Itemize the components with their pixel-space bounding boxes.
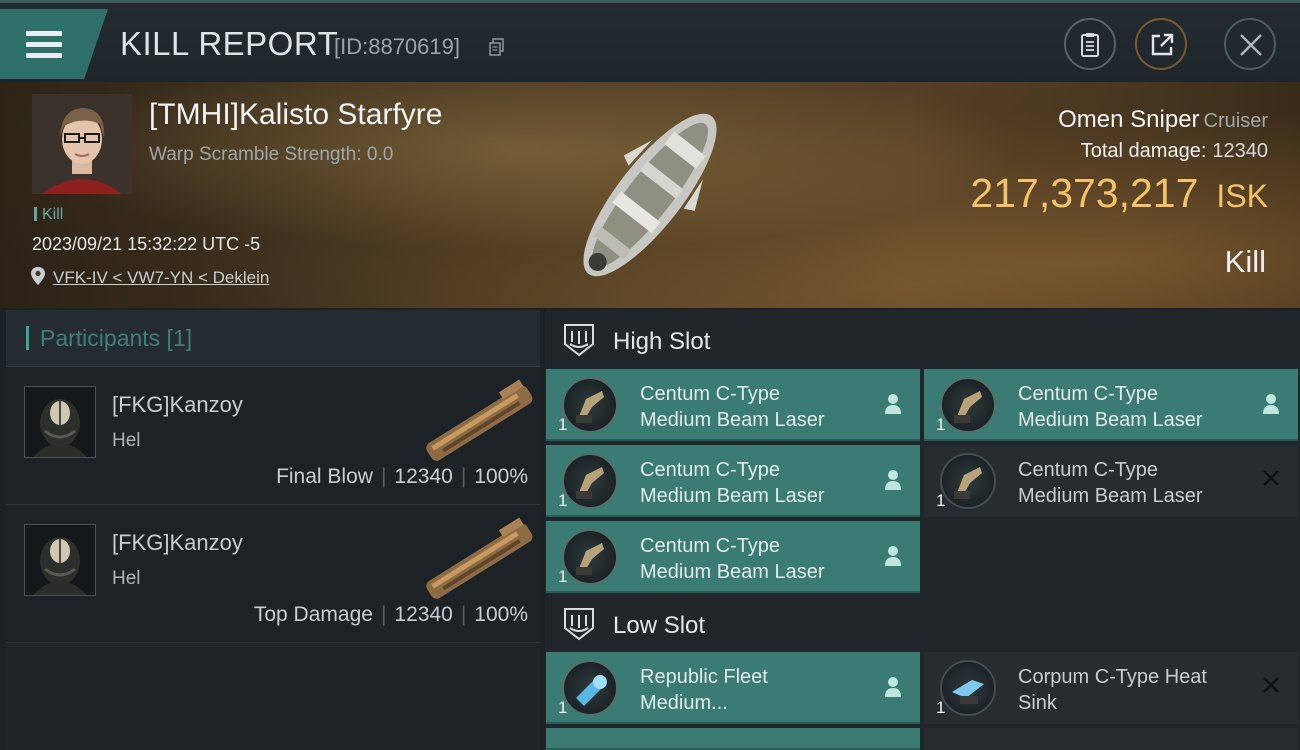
clipboard-icon <box>1081 33 1099 57</box>
participant-ship: Hel <box>112 430 141 451</box>
kill-datetime: 2023/09/21 15:32:22 UTC -5 <box>32 234 261 254</box>
module-quantity: 1 <box>936 415 946 434</box>
total-damage-value: 12340 <box>1212 140 1268 162</box>
person-icon <box>885 677 901 697</box>
high-slot-header: High Slot <box>545 312 1300 368</box>
participant-stats: Final Blow | 12340 | 100% <box>276 465 528 488</box>
module-quantity: 1 <box>936 698 946 717</box>
participants-panel: Participants [1] [FKG]Kanzoy Hel Final B… <box>6 310 540 750</box>
module-item[interactable]: 1 Republic Fleet Medium... <box>546 652 920 724</box>
participants-title: Participants [1] <box>40 325 193 351</box>
victim-avatar[interactable] <box>32 94 132 194</box>
ship-image <box>583 113 717 277</box>
module-name: Centum C-Type Medium Beam Laser <box>640 459 825 507</box>
victim-name[interactable]: [TMHI]Kalisto Starfyre <box>149 98 442 132</box>
participant-ship-image <box>426 517 533 599</box>
close-icon <box>1240 34 1262 56</box>
heat-sink-module-icon <box>562 660 618 716</box>
module-quantity: 1 <box>558 415 568 434</box>
laser-module-icon <box>562 377 618 433</box>
outcome-label: Kill <box>1224 244 1266 279</box>
ship-name[interactable]: Omen Sniper <box>1058 106 1199 133</box>
participant-role: Top Damage <box>253 603 373 626</box>
report-id: [ID:8870619] <box>334 34 460 59</box>
ship-type-line: Omen Sniper Cruiser <box>1058 106 1268 134</box>
location-link[interactable]: VFK-IV < VW7-YN < Deklein <box>53 268 269 288</box>
module-quantity: 1 <box>936 491 946 510</box>
participant-percent: 100% <box>474 603 528 626</box>
participant-avatar[interactable] <box>24 386 96 458</box>
participant-ship: Hel <box>112 568 141 589</box>
total-damage: Total damage: 12340 <box>1081 140 1268 163</box>
isk-value: 217,373,217 <box>970 170 1199 216</box>
module-item[interactable]: 1 Centum C-Type Medium Beam Laser <box>924 445 1298 517</box>
module-quantity: 1 <box>558 567 568 586</box>
low-slot-title: Low Slot <box>613 612 706 639</box>
isk-value-row: 217,373,217 ISK <box>970 170 1268 217</box>
fitting-slots-panel: High Slot 1 Centum C-Type Medium Beam Las… <box>545 310 1300 750</box>
isk-unit: ISK <box>1216 178 1268 214</box>
share-button[interactable] <box>1135 18 1187 70</box>
participants-header: Participants [1] <box>6 310 540 367</box>
kill-tag: Kill <box>34 206 63 224</box>
participant-percent: 100% <box>474 465 528 488</box>
victim-banner: [TMHI]Kalisto Starfyre Warp Scramble Str… <box>0 82 1300 308</box>
clipboard-button[interactable] <box>1064 18 1116 70</box>
menu-button[interactable] <box>0 9 108 79</box>
module-item[interactable] <box>924 728 1298 750</box>
module-quantity: 1 <box>558 491 568 510</box>
laser-module-icon <box>940 453 996 509</box>
module-quantity: 1 <box>558 698 568 717</box>
module-name: Centum C-Type Medium Beam Laser <box>1018 383 1203 431</box>
x-icon <box>1263 677 1279 693</box>
participant-card[interactable]: [FKG]Kanzoy Hel Top Damage | 12340 | 100% <box>6 506 540 643</box>
participant-ship-image <box>426 379 533 461</box>
module-item[interactable] <box>546 728 920 750</box>
participant-damage: 12340 <box>394 603 453 626</box>
participant-name[interactable]: [FKG]Kanzoy <box>112 530 243 556</box>
module-item[interactable]: 1 Centum C-Type Medium Beam Laser <box>546 445 920 517</box>
module-name: Centum C-Type Medium Beam Laser <box>640 383 825 431</box>
module-name: Centum C-Type Medium Beam Laser <box>640 535 825 583</box>
participant-role: Final Blow <box>276 465 373 488</box>
copy-icon[interactable] <box>489 38 505 56</box>
module-name: Corpum C-Type Heat Sink <box>1018 666 1207 714</box>
person-icon <box>885 470 901 490</box>
total-damage-label: Total damage: <box>1080 140 1207 162</box>
person-icon <box>885 546 901 566</box>
person-icon <box>885 394 901 414</box>
laser-module-icon <box>562 453 618 509</box>
participant-avatar[interactable] <box>24 524 96 596</box>
header-bar: KILL REPORT [ID:8870619] <box>0 0 1300 85</box>
person-icon <box>1263 394 1279 414</box>
laser-module-icon <box>940 377 996 433</box>
laser-module-icon <box>562 529 618 585</box>
location-pin-icon <box>31 267 45 285</box>
x-icon <box>1263 470 1279 486</box>
high-slot-title: High Slot <box>613 328 711 355</box>
share-icon <box>1151 33 1174 56</box>
participant-card[interactable]: [FKG]Kanzoy Hel Final Blow | 12340 | 100% <box>6 368 540 505</box>
ship-class: Cruiser <box>1203 110 1268 132</box>
heat-sink-module-icon <box>940 660 996 716</box>
close-button[interactable] <box>1224 18 1276 70</box>
module-name: Republic Fleet Medium... <box>640 666 768 714</box>
module-item[interactable]: 1 Corpum C-Type Heat Sink <box>924 652 1298 724</box>
shield-icon <box>564 608 594 641</box>
module-name: Centum C-Type Medium Beam Laser <box>1018 459 1203 507</box>
module-item[interactable]: 1 Centum C-Type Medium Beam Laser <box>924 369 1298 441</box>
participant-damage: 12340 <box>394 465 453 488</box>
module-item[interactable]: 1 Centum C-Type Medium Beam Laser <box>546 369 920 441</box>
participant-stats: Top Damage | 12340 | 100% <box>253 603 528 626</box>
shield-icon <box>564 324 594 357</box>
page-title: KILL REPORT <box>120 25 339 62</box>
hamburger-menu-icon <box>26 31 62 36</box>
warp-scramble-strength: Warp Scramble Strength: 0.0 <box>149 144 394 165</box>
module-item[interactable]: 1 Centum C-Type Medium Beam Laser <box>546 521 920 593</box>
participant-name[interactable]: [FKG]Kanzoy <box>112 392 243 418</box>
low-slot-header: Low Slot <box>545 596 1300 652</box>
